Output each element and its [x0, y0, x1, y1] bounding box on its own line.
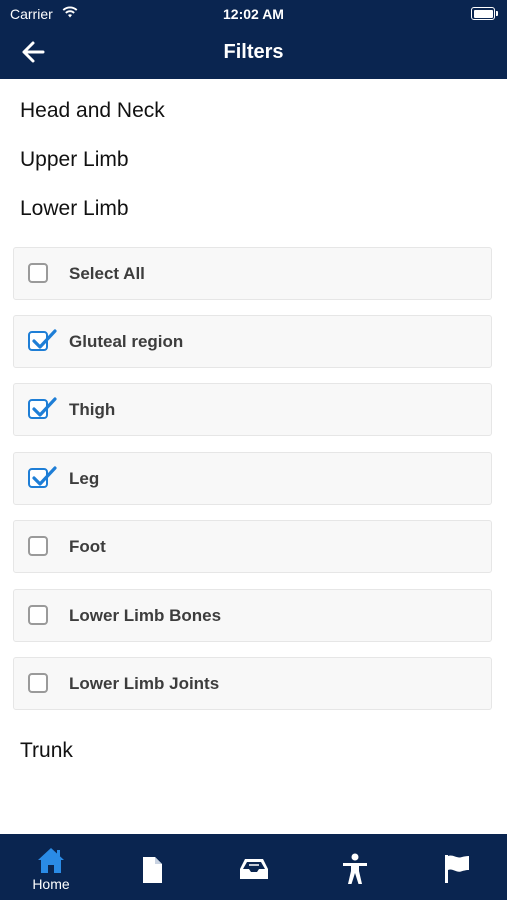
- accessibility-person-icon: [343, 853, 367, 884]
- section-upper-limb[interactable]: Upper Limb: [20, 148, 129, 172]
- tab-documents[interactable]: [112, 834, 192, 900]
- status-bar: Carrier 12:02 AM: [0, 0, 507, 28]
- flag-icon: [445, 855, 469, 883]
- section-head-and-neck[interactable]: Head and Neck: [20, 99, 165, 123]
- filter-row-foot[interactable]: Foot: [13, 520, 492, 573]
- checkbox-checked[interactable]: [28, 397, 57, 419]
- nav-header: Carrier 12:02 AM Filters: [0, 0, 507, 79]
- checkmark-icon: [32, 466, 57, 486]
- tab-inbox[interactable]: [214, 834, 294, 900]
- filter-label: Leg: [69, 469, 100, 488]
- filter-row-select-all[interactable]: Select All: [13, 247, 492, 300]
- status-time: 12:02 AM: [223, 6, 284, 22]
- checkbox-unchecked[interactable]: [28, 673, 48, 693]
- checkmark-icon: [32, 329, 57, 349]
- checkbox-unchecked[interactable]: [28, 536, 48, 556]
- tab-anatomy[interactable]: [315, 834, 395, 900]
- section-lower-limb[interactable]: Lower Limb: [20, 197, 129, 221]
- page-title: Filters: [223, 41, 284, 63]
- filter-label: Lower Limb Bones: [69, 606, 222, 625]
- filter-label: Gluteal region: [69, 332, 184, 351]
- filter-label: Lower Limb Joints: [69, 674, 220, 693]
- filter-label: Foot: [69, 537, 106, 556]
- filter-label: Thigh: [69, 400, 116, 419]
- tab-home-label: Home: [32, 876, 70, 892]
- checkbox-unchecked[interactable]: [28, 605, 48, 625]
- filter-row-lower-limb-joints[interactable]: Lower Limb Joints: [13, 657, 492, 710]
- filter-row-gluteal-region[interactable]: Gluteal region: [13, 315, 492, 368]
- checkbox-checked[interactable]: [28, 329, 57, 351]
- tab-home[interactable]: Home: [11, 834, 91, 900]
- filter-row-lower-limb-bones[interactable]: Lower Limb Bones: [13, 589, 492, 642]
- inbox-tray-icon: [240, 859, 268, 879]
- section-trunk[interactable]: Trunk: [20, 739, 73, 763]
- tab-flagged[interactable]: [416, 834, 496, 900]
- bottom-tab-bar: Home: [0, 834, 507, 900]
- checkbox-checked[interactable]: [28, 466, 57, 488]
- filter-row-thigh[interactable]: Thigh: [13, 383, 492, 436]
- filter-row-leg[interactable]: Leg: [13, 452, 492, 505]
- home-icon: [38, 848, 64, 873]
- checkmark-icon: [32, 397, 57, 417]
- checkbox-unchecked[interactable]: [28, 263, 48, 283]
- battery-icon: [471, 7, 498, 20]
- document-icon: [143, 857, 162, 883]
- filter-label: Select All: [69, 264, 145, 283]
